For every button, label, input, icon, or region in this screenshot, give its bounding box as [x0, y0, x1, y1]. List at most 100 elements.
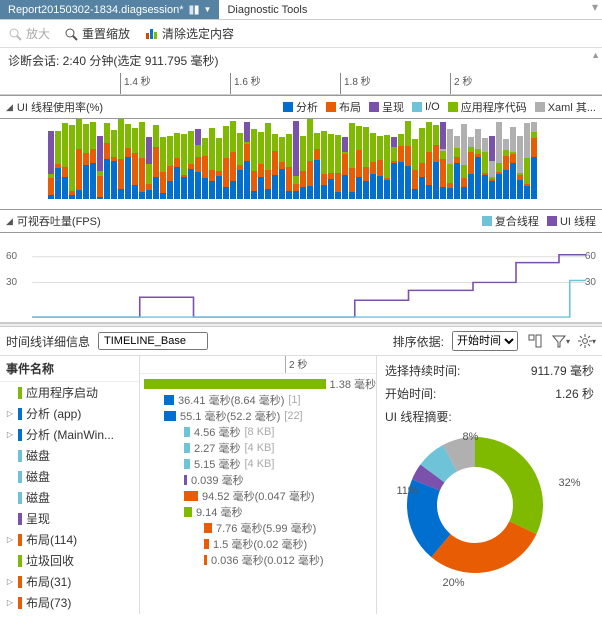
settings-icon[interactable]: ▾ — [578, 332, 596, 350]
util-bar — [153, 125, 159, 199]
tree-row[interactable]: ▷布局(31) — [0, 571, 139, 592]
waterfall-row[interactable]: 4.56 毫秒[8 KB] — [140, 424, 376, 440]
tab-report[interactable]: Report20150302-1834.diagsession* ▼ — [0, 0, 219, 19]
util-bar — [412, 139, 418, 199]
zoom-in-button[interactable]: 放大 — [8, 25, 50, 42]
waterfall-bar — [184, 507, 192, 517]
ui-util-chart[interactable] — [0, 119, 602, 209]
util-bar — [461, 124, 467, 199]
tree-row[interactable]: 磁盘 — [0, 487, 139, 508]
util-bar — [489, 136, 495, 199]
tree-row-label: 磁盘 — [26, 489, 50, 506]
reset-zoom-icon — [64, 27, 78, 41]
sort-select[interactable]: 开始时间 — [452, 331, 518, 351]
waterfall-text: 55.1 毫秒(52.2 毫秒) — [180, 408, 280, 424]
util-bar — [447, 129, 453, 199]
util-bar — [251, 129, 257, 199]
tab-report-label: Report20150302-1834.diagsession* — [8, 4, 184, 16]
expander-icon[interactable]: ▷ — [6, 577, 14, 586]
waterfall-row[interactable]: 36.41 毫秒(8.64 毫秒)[1] — [140, 392, 376, 408]
axis-tick: 60 — [585, 251, 596, 262]
waterfall-row[interactable]: 5.15 毫秒[4 KB] — [140, 456, 376, 472]
ruler-tick: 2 秒 — [285, 356, 307, 373]
scroll-up-icon[interactable]: ▲ — [591, 50, 600, 60]
legend-swatch — [369, 102, 379, 112]
expander-icon[interactable]: ▷ — [6, 598, 14, 607]
ruler-tick: 2 秒 — [450, 73, 472, 94]
summary-pane: 选择持续时间:911.79 毫秒 开始时间:1.26 秒 UI 线程摘要: 8%… — [377, 356, 602, 614]
tab-diagtools[interactable]: Diagnostic Tools — [219, 0, 315, 19]
util-bar — [132, 128, 138, 200]
expander-icon[interactable]: ▷ — [6, 535, 14, 544]
util-bar — [69, 125, 75, 199]
waterfall-row[interactable]: 1.38 毫秒 — [140, 376, 376, 392]
tree-row[interactable]: 垃圾回收 — [0, 550, 139, 571]
util-bar — [55, 131, 61, 199]
tree-row[interactable]: 磁盘 — [0, 445, 139, 466]
waterfall-row[interactable]: 2.27 毫秒[4 KB] — [140, 440, 376, 456]
detail-toolbar: 时间线详细信息 排序依据: 开始时间 ▾ ▾ — [0, 327, 602, 356]
category-mark — [18, 597, 22, 609]
tree-row[interactable]: 呈现 — [0, 508, 139, 529]
ui-util-legend: 分析布局呈现I/O应用程序代码Xaml 其... — [283, 99, 596, 115]
waterfall-row[interactable]: 0.036 毫秒(0.012 毫秒) — [140, 552, 376, 568]
waterfall-text: 94.52 毫秒(0.047 毫秒) — [202, 488, 315, 504]
reset-zoom-button[interactable]: 重置缩放 — [64, 25, 130, 42]
collapse-icon[interactable]: ◢ — [6, 216, 13, 227]
util-bar — [356, 126, 362, 199]
tree-row[interactable]: ▷分析 (app) — [0, 403, 139, 424]
waterfall-row[interactable]: 1.5 毫秒(0.02 毫秒) — [140, 536, 376, 552]
waterfall-row[interactable]: 55.1 毫秒(52.2 毫秒)[22] — [140, 408, 376, 424]
filter-input[interactable] — [98, 332, 208, 350]
tree-row[interactable]: 应用程序启动 — [0, 382, 139, 403]
util-bar — [349, 123, 355, 199]
expander-icon[interactable]: ▷ — [6, 409, 14, 418]
legend-item: Xaml 其... — [535, 99, 596, 115]
new-vertical-tab-group-icon[interactable] — [188, 4, 200, 16]
ui-util-header[interactable]: ◢ UI 线程使用率(%) 分析布局呈现I/O应用程序代码Xaml 其... — [0, 95, 602, 119]
util-bar — [293, 121, 299, 199]
waterfall-text: 1.5 毫秒(0.02 毫秒) — [213, 536, 307, 552]
waterfall-subtext: [8 KB] — [244, 426, 274, 438]
axis-tick: 30 — [585, 277, 596, 288]
legend-swatch — [535, 102, 545, 112]
waterfall-bar — [164, 411, 176, 421]
util-bar — [517, 136, 523, 199]
util-bar — [286, 134, 292, 199]
group-by-frame-icon[interactable] — [526, 332, 544, 350]
waterfall-text: 0.039 毫秒 — [191, 472, 244, 488]
tree-row[interactable]: ▷ 布局(73) — [0, 592, 139, 613]
tree-row-label: 应用程序启动 — [26, 384, 98, 401]
util-bar — [272, 134, 278, 199]
tree-row[interactable]: ▷布局(114) — [0, 529, 139, 550]
util-bar — [363, 127, 369, 199]
timeline-ruler[interactable]: 1.4 秒 1.6 秒 1.8 秒 2 秒 — [0, 73, 602, 95]
tab-dropdown-arrow[interactable]: ▼ — [204, 5, 212, 14]
filter-icon[interactable]: ▾ — [552, 332, 570, 350]
tree-row[interactable]: ▷布局(3) — [0, 613, 139, 614]
clear-selection-button[interactable]: 清除选定内容 — [144, 25, 234, 42]
tree-row-label: 垃圾回收 — [26, 552, 74, 569]
ui-util-title: UI 线程使用率(%) — [17, 99, 103, 115]
fps-chart[interactable]: 60 30 60 30 — [0, 233, 602, 323]
legend-swatch — [283, 102, 293, 112]
tree-row-label: 布局(73) — [26, 594, 71, 611]
waterfall-row[interactable]: 7.76 毫秒(5.99 毫秒) — [140, 520, 376, 536]
waterfall-text: 1.38 毫秒 — [330, 376, 376, 392]
util-bar — [97, 136, 103, 199]
tree-row[interactable]: ▷分析 (MainWin... — [0, 424, 139, 445]
ruler-tick: 1.8 秒 — [340, 73, 371, 94]
waterfall-bar — [164, 395, 174, 405]
fps-header[interactable]: ◢ 可视吞吐量(FPS) 复合线程UI 线程 — [0, 209, 602, 233]
expander-icon[interactable]: ▷ — [6, 430, 14, 439]
waterfall-row[interactable]: 94.52 毫秒(0.047 毫秒) — [140, 488, 376, 504]
tab-overflow-icon[interactable]: ▾ — [588, 0, 602, 19]
ruler-tick: 1.4 秒 — [120, 73, 151, 94]
category-mark — [18, 492, 22, 504]
legend-label: 分析 — [296, 99, 318, 115]
util-bar — [454, 136, 460, 199]
tree-row[interactable]: 磁盘 — [0, 466, 139, 487]
collapse-icon[interactable]: ◢ — [6, 102, 13, 113]
waterfall-row[interactable]: 9.14 毫秒 — [140, 504, 376, 520]
waterfall-row[interactable]: 0.039 毫秒 — [140, 472, 376, 488]
